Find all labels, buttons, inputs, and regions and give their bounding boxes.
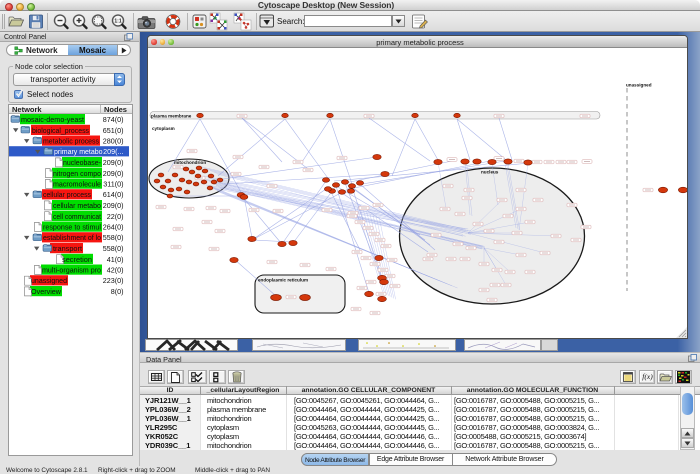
svg-text:response to stimul: response to stimul <box>43 223 101 232</box>
svg-text:Overview: Overview <box>31 287 61 296</box>
svg-text:614(0): 614(0) <box>103 190 124 199</box>
svg-text:primary metabo: primary metabo <box>54 147 103 156</box>
svg-text:209(...: 209(... <box>103 147 123 156</box>
svg-text:22(0): 22(0) <box>107 212 124 221</box>
svg-text:multi-organism pro: multi-organism pro <box>42 266 101 275</box>
svg-text:42(0): 42(0) <box>107 266 124 275</box>
svg-text:1:1: 1:1 <box>114 19 121 25</box>
svg-text:874(0): 874(0) <box>103 115 124 124</box>
svg-text:cellular metabo: cellular metabo <box>53 201 101 210</box>
svg-text:311(0): 311(0) <box>103 180 123 189</box>
svg-text:cellular process: cellular process <box>43 190 91 199</box>
svg-text:8(0): 8(0) <box>111 287 124 296</box>
svg-text:unassigned: unassigned <box>626 83 652 88</box>
svg-text:209(0): 209(0) <box>103 201 124 210</box>
svg-text:cell communicat: cell communicat <box>53 212 102 221</box>
svg-text:264(0): 264(0) <box>103 223 124 232</box>
svg-text:mitochondrion: mitochondrion <box>174 160 206 165</box>
svg-text:establishment of lo: establishment of lo <box>43 233 101 242</box>
svg-text:nitrogen compo: nitrogen compo <box>53 169 101 178</box>
svg-text:nucleus: nucleus <box>481 170 499 175</box>
svg-text:endoplasmic reticulum: endoplasmic reticulum <box>258 278 308 283</box>
svg-text:280(0): 280(0) <box>103 137 124 146</box>
svg-text:558(0): 558(0) <box>103 244 124 253</box>
svg-text:biological_process: biological_process <box>32 126 89 135</box>
svg-text:mosaic-demo-yeast: mosaic-demo-yeast <box>21 115 85 124</box>
svg-text:macromolecule: macromolecule <box>53 180 101 189</box>
svg-text:558(0): 558(0) <box>103 233 124 242</box>
svg-text:plasma membrane: plasma membrane <box>151 114 192 119</box>
svg-text:651(0): 651(0) <box>103 126 124 135</box>
svg-text:cytoplasm: cytoplasm <box>152 126 175 131</box>
svg-text:transport: transport <box>53 244 83 253</box>
svg-text:unassigned: unassigned <box>31 276 67 285</box>
svg-text:209(0): 209(0) <box>103 158 124 167</box>
svg-text:secretion: secretion <box>62 255 92 264</box>
svg-text:nucleobase-: nucleobase- <box>63 158 101 167</box>
svg-text:209(0): 209(0) <box>103 169 124 178</box>
svg-text:223(0): 223(0) <box>103 276 124 285</box>
svg-text:41(0): 41(0) <box>107 255 124 264</box>
svg-text:metabolic process: metabolic process <box>43 137 99 146</box>
